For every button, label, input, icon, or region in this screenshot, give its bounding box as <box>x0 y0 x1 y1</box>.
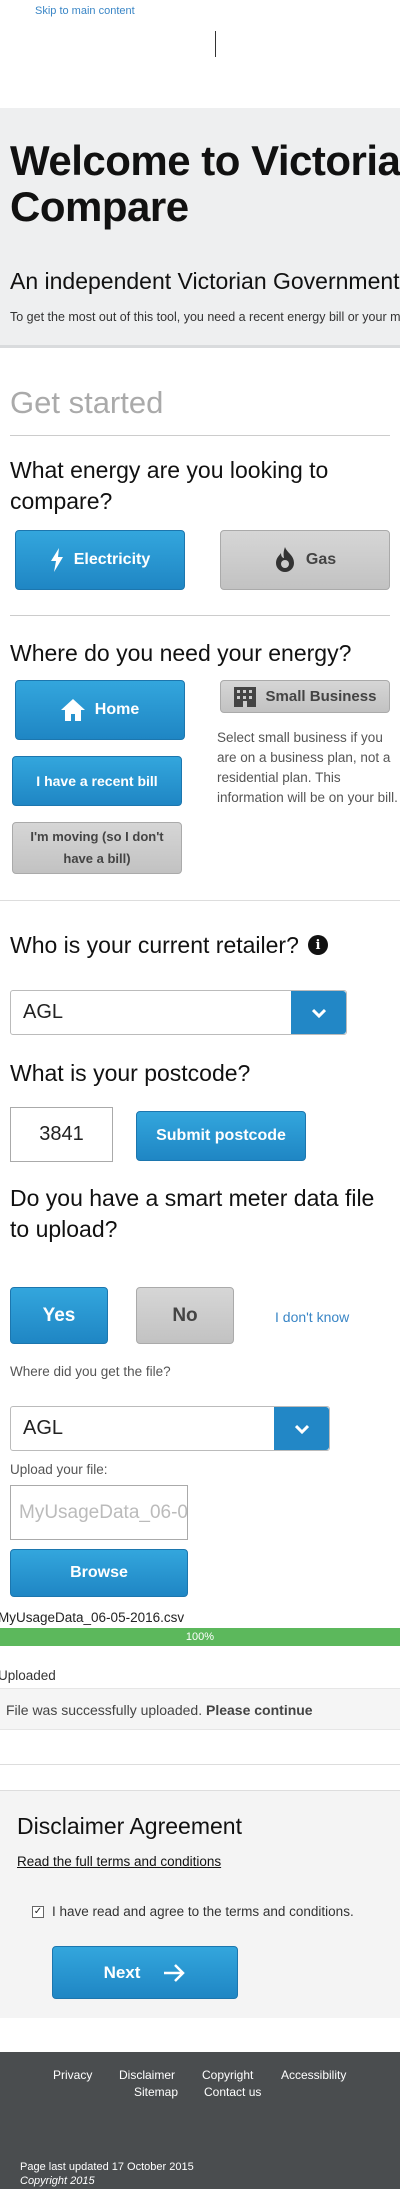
browse-label: Browse <box>70 1564 128 1581</box>
lightning-icon <box>50 548 63 572</box>
smart-meter-no-button[interactable]: No <box>136 1287 234 1344</box>
footer-link-contact[interactable]: Contact us <box>204 2085 261 2099</box>
small-business-label: Small Business <box>265 688 377 705</box>
divider <box>10 615 390 616</box>
disclaimer-title: Disclaimer Agreement <box>17 1813 242 1839</box>
copyright-text: Copyright 2015 <box>20 2175 95 2187</box>
terms-link[interactable]: Read the full terms and conditions <box>17 1854 221 1869</box>
building-icon <box>233 686 256 707</box>
footer-link-copyright[interactable]: Copyright <box>202 2068 253 2082</box>
page-title: Welcome to Victorian EnergyCompare <box>10 137 400 230</box>
file-name-input[interactable]: MyUsageData_06-05-2016.csv <box>10 1485 188 1540</box>
no-label: No <box>172 1304 198 1326</box>
chevron-down-icon <box>291 991 346 1034</box>
footer-link-sitemap[interactable]: Sitemap <box>134 2085 178 2099</box>
arrow-right-icon <box>164 1963 186 1982</box>
agree-label: I have read and agree to the terms and c… <box>52 1904 354 1919</box>
moving-button[interactable]: I'm moving (so I don't have a bill) <box>12 822 182 874</box>
home-icon <box>60 699 85 721</box>
gas-label: Gas <box>305 551 337 568</box>
file-source-select[interactable]: AGL <box>10 1406 330 1451</box>
electricity-label: Electricity <box>73 551 151 568</box>
upload-success-message: File was successfully uploaded. Please c… <box>0 1688 400 1730</box>
footer-link-disclaimer[interactable]: Disclaimer <box>119 2068 175 2082</box>
file-source-label: Where did you get the file? <box>10 1364 171 1379</box>
home-button[interactable]: Home <box>15 680 185 740</box>
upload-label: Upload your file: <box>10 1462 108 1477</box>
page-subtitle: An independent Victorian Government ener… <box>10 268 400 294</box>
home-label: Home <box>94 701 140 718</box>
intro-text: To get the most out of this tool, you ne… <box>10 310 400 324</box>
retailer-select[interactable]: AGL <box>10 990 347 1035</box>
divider <box>10 435 390 436</box>
uploaded-file-name: MyUsageData_06-05-2016.csv <box>0 1610 185 1625</box>
retailer-question: Who is your current retailer? <box>10 932 299 958</box>
footer-link-accessibility[interactable]: Accessibility <box>281 2068 346 2082</box>
postcode-input[interactable]: 3841 <box>10 1107 113 1162</box>
submit-postcode-label: Submit postcode <box>156 1127 286 1144</box>
skip-to-content-link[interactable]: Skip to main content <box>35 5 135 17</box>
get-started-heading: Get started <box>10 385 164 420</box>
small-business-note: Select small business if you are on a bu… <box>217 730 398 805</box>
section-divider <box>0 1764 400 1765</box>
smart-meter-question: Do you have a smart meter data file to u… <box>10 1185 375 1242</box>
location-question: Where do you need your energy? <box>10 640 352 666</box>
upload-placeholder: MyUsageData_06-05-2016.csv <box>19 1501 188 1523</box>
upload-progress-fill: 100% <box>0 1628 400 1646</box>
progress-label: 100% <box>185 1631 215 1643</box>
chevron-down-icon <box>274 1407 329 1450</box>
page-updated-text: Page last updated 17 October 2015 <box>20 2161 194 2173</box>
dont-know-link[interactable]: I don't know <box>275 1309 349 1325</box>
agree-checkbox[interactable]: ✓ <box>32 1906 44 1918</box>
gas-button[interactable]: Gas <box>220 530 390 590</box>
electricity-button[interactable]: Electricity <box>15 530 185 590</box>
next-label: Next <box>103 1962 141 1982</box>
yes-label: Yes <box>42 1304 76 1326</box>
energy-question: What energy are you looking to compare? <box>10 457 329 514</box>
upload-status: Uploaded <box>0 1668 56 1683</box>
footer-link-privacy[interactable]: Privacy <box>53 2068 92 2082</box>
recent-bill-button[interactable]: I have a recent bill <box>12 756 182 806</box>
postcode-value: 3841 <box>39 1123 84 1145</box>
upload-progress-bar: 100% <box>0 1628 400 1646</box>
site-footer: Privacy Disclaimer Copyright Accessibili… <box>0 2052 400 2189</box>
smart-meter-yes-button[interactable]: Yes <box>10 1287 108 1344</box>
postcode-question: What is your postcode? <box>10 1060 251 1086</box>
next-button[interactable]: Next <box>52 1946 238 1999</box>
file-source-selected-value: AGL <box>23 1417 64 1439</box>
check-mark-icon: ✓ <box>33 1906 43 1917</box>
recent-bill-label: I have a recent bill <box>36 773 158 789</box>
browse-button[interactable]: Browse <box>10 1549 188 1597</box>
retailer-selected-value: AGL <box>23 1001 64 1023</box>
text-cursor <box>215 31 216 57</box>
disclaimer-section: Disclaimer Agreement Read the full terms… <box>0 1790 400 2018</box>
section-divider <box>0 900 400 901</box>
flame-icon <box>275 547 294 572</box>
moving-label: I'm moving (so I don't have a bill) <box>30 829 164 866</box>
submit-postcode-button[interactable]: Submit postcode <box>136 1111 306 1161</box>
small-business-button[interactable]: Small Business <box>220 680 390 713</box>
hero-banner: Welcome to Victorian EnergyCompare An in… <box>0 108 400 348</box>
success-strong-text: Please continue <box>206 1702 313 1718</box>
success-text: File was successfully uploaded. <box>6 1702 203 1718</box>
info-icon[interactable]: i <box>308 935 328 955</box>
